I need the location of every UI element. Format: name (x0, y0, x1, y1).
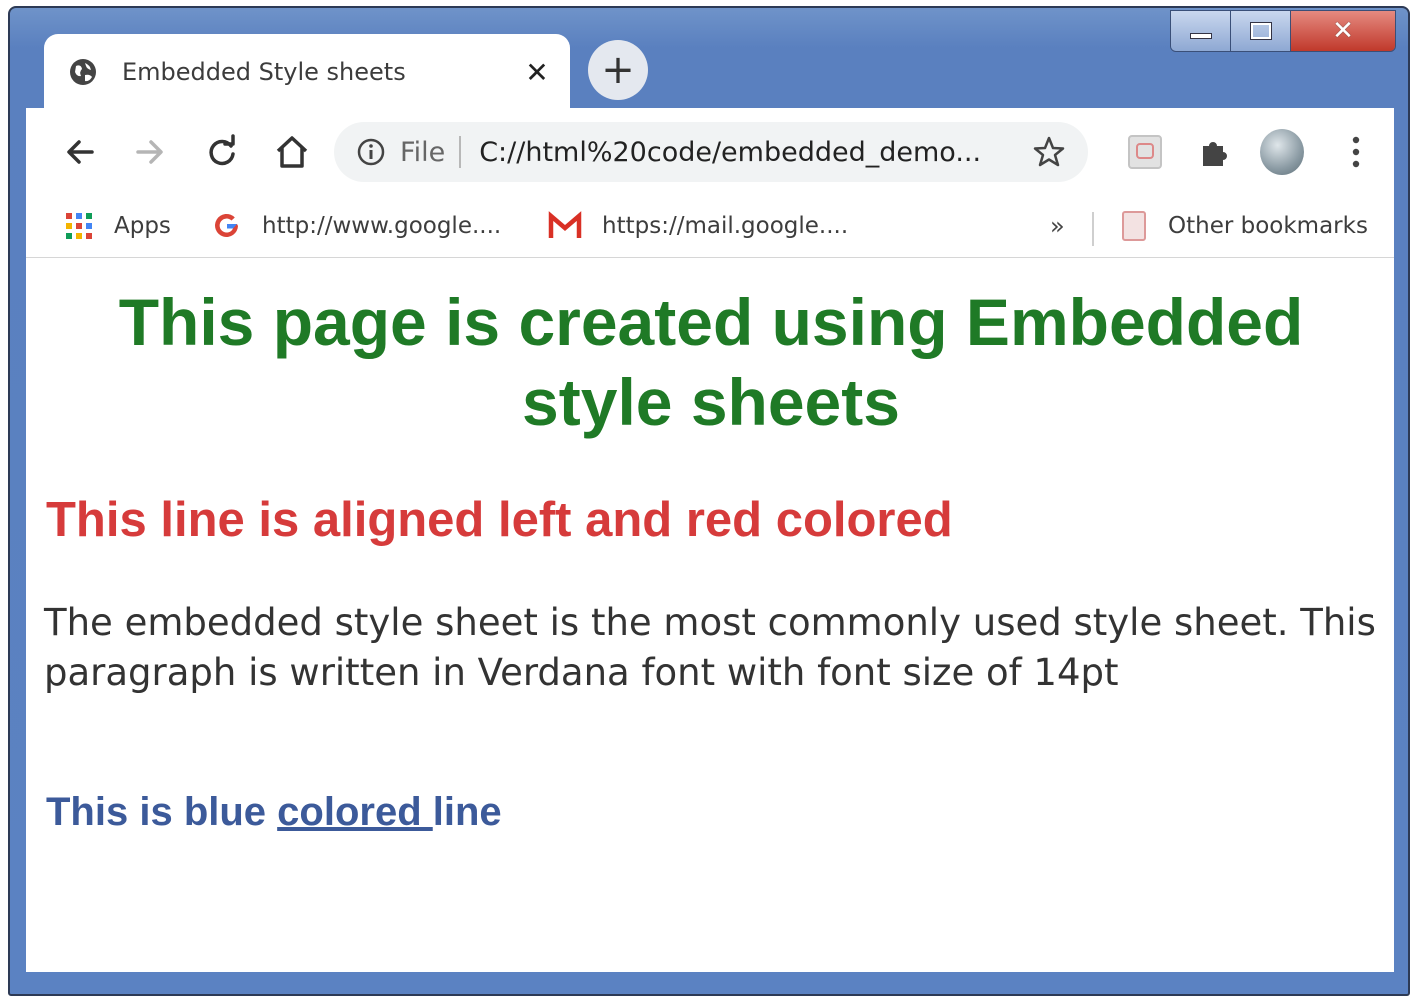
colored-link[interactable]: colored (277, 790, 433, 834)
google-icon (215, 213, 238, 237)
window-close-icon: ✕ (1332, 16, 1354, 46)
plus-icon: + (601, 47, 635, 93)
browser-window: ✕ Embedded Style sheets ✕ + File C://htm… (8, 6, 1410, 996)
bookmark-label: Apps (114, 213, 171, 239)
reload-icon (209, 134, 235, 166)
url-text[interactable]: C://html%20code/embedded_demo... (479, 137, 1032, 168)
window-controls: ✕ (1170, 10, 1396, 52)
kebab-menu-icon (1352, 136, 1360, 168)
extensions-button[interactable] (1193, 130, 1237, 174)
bookmark-label: Other bookmarks (1168, 213, 1368, 239)
bookmark-other[interactable]: Other bookmarks (1120, 208, 1368, 244)
bookmarks-divider (1092, 212, 1094, 246)
blue-line: This is blue colored line (46, 790, 502, 835)
profile-button[interactable] (1260, 129, 1304, 175)
minimize-button[interactable] (1171, 11, 1231, 51)
red-aligned-line: This line is aligned left and red colore… (46, 493, 953, 547)
blue-line-prefix: This is blue (46, 790, 278, 834)
back-button[interactable] (56, 128, 104, 176)
minimize-icon (1189, 33, 1212, 39)
bookmark-gmail[interactable]: https://mail.google.... (548, 208, 848, 244)
maximize-icon (1249, 22, 1272, 40)
bookmarks-overflow-button[interactable]: » (1050, 212, 1065, 240)
tab-active[interactable]: Embedded Style sheets ✕ (44, 34, 570, 110)
omnibox-divider (459, 136, 462, 168)
gmail-icon (548, 211, 582, 238)
bookmark-apps[interactable]: Apps (64, 208, 171, 244)
extension-icon (1128, 135, 1162, 169)
toolbar: File C://html%20code/embedded_demo... (26, 108, 1394, 194)
star-icon[interactable] (1032, 135, 1066, 169)
apps-grid-icon (66, 213, 92, 239)
tab-title: Embedded Style sheets (122, 58, 406, 86)
back-arrow-icon (67, 140, 94, 164)
browser-chrome: File C://html%20code/embedded_demo... Ap… (26, 108, 1394, 260)
reload-button[interactable] (198, 128, 246, 176)
menu-button[interactable] (1334, 130, 1378, 174)
blue-line-suffix: line (432, 790, 502, 834)
bookmark-google[interactable]: http://www.google.... (212, 208, 501, 244)
folder-icon (1122, 211, 1146, 241)
window-close-button[interactable]: ✕ (1291, 11, 1395, 51)
forward-button[interactable] (126, 128, 174, 176)
verdana-paragraph: The embedded style sheet is the most com… (44, 601, 1376, 694)
bookmarks-bar: Apps http://www.google.... https://mail.… (26, 194, 1394, 258)
close-icon[interactable]: ✕ (522, 56, 552, 89)
address-bar[interactable]: File C://html%20code/embedded_demo... (334, 122, 1088, 182)
bookmark-label: https://mail.google.... (602, 213, 849, 239)
avatar (1260, 129, 1304, 175)
page-content: This page is created using Embedded styl… (26, 260, 1394, 972)
bookmark-label: http://www.google.... (262, 213, 502, 239)
info-icon[interactable] (356, 137, 386, 167)
forward-arrow-icon (136, 140, 163, 164)
home-button[interactable] (268, 128, 316, 176)
puzzle-icon (1203, 142, 1227, 166)
globe-icon (70, 59, 96, 85)
maximize-button[interactable] (1231, 11, 1291, 51)
scheme-label: File (400, 136, 446, 168)
extension-button[interactable] (1123, 130, 1167, 174)
new-tab-button[interactable]: + (588, 40, 648, 100)
page-heading: This page is created using Embedded styl… (118, 285, 1304, 439)
home-icon (276, 136, 308, 168)
